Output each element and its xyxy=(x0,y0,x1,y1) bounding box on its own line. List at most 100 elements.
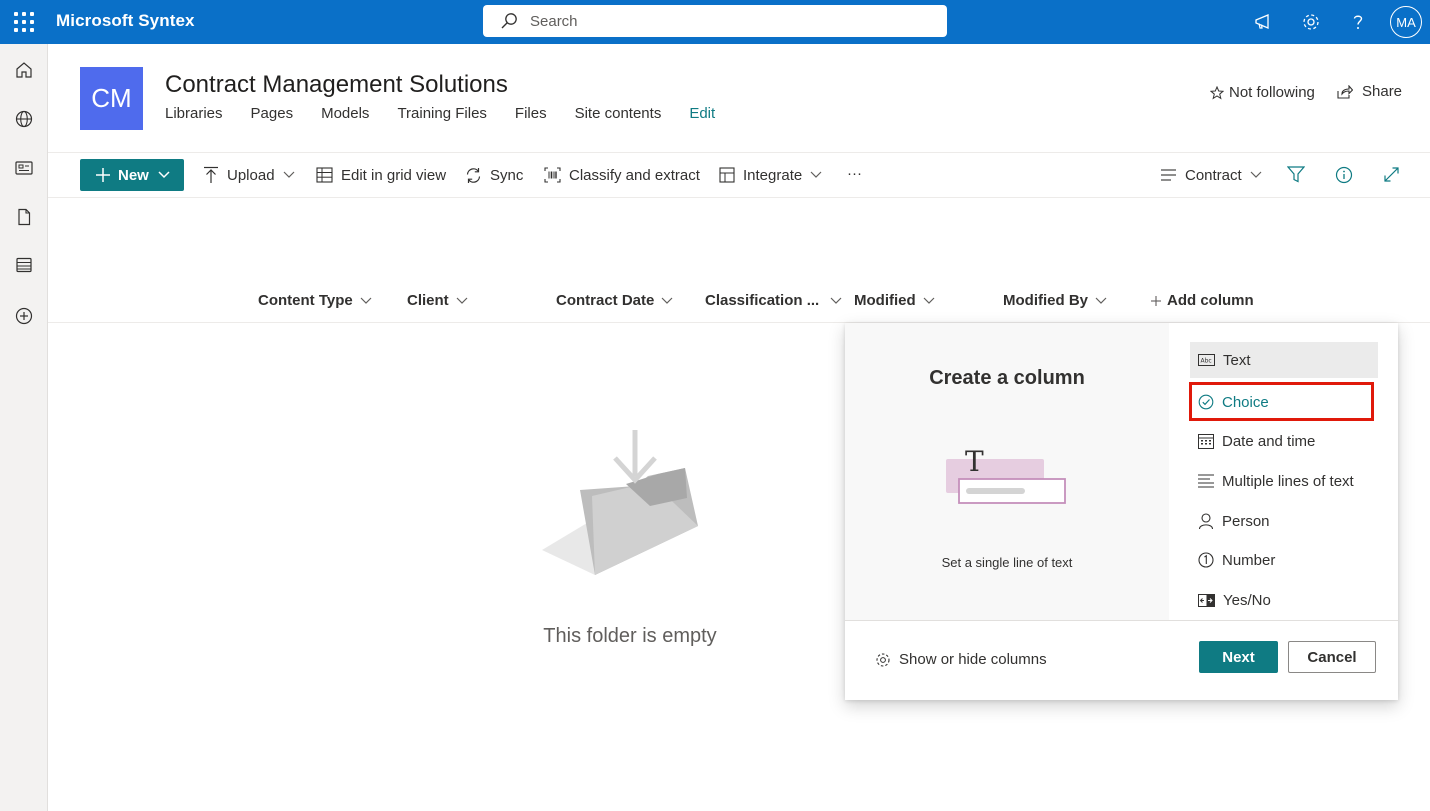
plus-icon xyxy=(96,168,110,182)
chevron-down-icon xyxy=(1095,297,1107,304)
add-circle-icon[interactable] xyxy=(14,306,34,326)
megaphone-icon[interactable] xyxy=(1253,11,1275,33)
search-input[interactable]: Search xyxy=(530,13,578,30)
commandbar-divider xyxy=(48,197,1430,198)
integrate-icon xyxy=(719,167,735,183)
follow-button[interactable]: Not following xyxy=(1210,84,1315,101)
nav-files[interactable]: Files xyxy=(515,105,547,122)
chevron-down-icon xyxy=(810,171,822,178)
column-label: Client xyxy=(407,292,449,309)
filter-icon[interactable] xyxy=(1287,166,1305,183)
column-header-client[interactable]: Client xyxy=(407,292,468,309)
nav-libraries[interactable]: Libraries xyxy=(165,105,223,122)
view-list-icon xyxy=(1161,169,1176,181)
add-column-button[interactable]: Add column xyxy=(1151,292,1254,309)
column-label: Contract Date xyxy=(556,292,655,309)
classify-extract-button[interactable]: Classify and extract xyxy=(544,164,700,186)
star-icon xyxy=(1210,85,1224,99)
integrate-button[interactable]: Integrate xyxy=(719,164,822,186)
file-icon[interactable] xyxy=(14,207,34,227)
plus-icon xyxy=(1151,295,1161,306)
column-type-label: Yes/No xyxy=(1223,591,1271,609)
nav-site-contents[interactable]: Site contents xyxy=(575,105,662,122)
header-divider xyxy=(48,152,1430,153)
column-type-label: Date and time xyxy=(1222,432,1316,450)
choice-highlight-annotation xyxy=(1189,382,1374,421)
more-options-button[interactable]: ··· xyxy=(847,162,862,184)
svg-text:Abc: Abc xyxy=(1201,358,1212,365)
column-label: Modified xyxy=(854,292,916,309)
column-header-modified-by[interactable]: Modified By xyxy=(1003,292,1107,309)
empty-folder-illustration xyxy=(542,430,698,575)
site-logo[interactable]: CM xyxy=(80,67,143,130)
sync-button[interactable]: Sync xyxy=(465,164,523,186)
text-column-illustration: T xyxy=(946,445,1066,504)
panel-title: Create a column xyxy=(929,367,1085,389)
suite-bar: Microsoft Syntex Search MA xyxy=(0,0,1430,44)
new-button[interactable]: New xyxy=(80,159,184,191)
home-icon[interactable] xyxy=(14,60,34,80)
column-header-content-type[interactable]: Content Type xyxy=(258,292,372,309)
multiline-text-icon xyxy=(1198,474,1214,488)
app-launcher-icon[interactable] xyxy=(14,12,34,32)
news-icon[interactable] xyxy=(14,158,34,178)
column-type-text[interactable]: Abc Text xyxy=(1190,342,1378,378)
column-label: Modified By xyxy=(1003,292,1088,309)
info-icon[interactable] xyxy=(1335,166,1353,184)
nav-pages[interactable]: Pages xyxy=(251,105,294,122)
settings-icon[interactable] xyxy=(1300,11,1322,33)
column-type-yes-no[interactable]: Yes/No xyxy=(1190,582,1378,618)
edit-grid-view-label: Edit in grid view xyxy=(341,166,447,184)
nav-edit-link[interactable]: Edit xyxy=(689,105,715,122)
expand-icon[interactable] xyxy=(1383,166,1400,183)
next-button[interactable]: Next xyxy=(1199,641,1278,673)
view-name: Contract xyxy=(1185,166,1242,184)
globe-icon[interactable] xyxy=(14,109,34,129)
view-switcher[interactable]: Contract xyxy=(1160,164,1262,186)
show-hide-columns-link[interactable]: Show or hide columns xyxy=(875,651,1047,668)
column-type-person[interactable]: Person xyxy=(1190,503,1378,539)
nav-training-files[interactable]: Training Files xyxy=(397,105,486,122)
column-type-label: Person xyxy=(1222,512,1270,530)
chevron-down-icon xyxy=(1250,171,1262,178)
edit-grid-view-button[interactable]: Edit in grid view xyxy=(316,164,446,186)
show-hide-columns-label: Show or hide columns xyxy=(899,651,1047,668)
column-label: Classification ... xyxy=(705,292,820,309)
column-type-number[interactable]: Number xyxy=(1190,542,1378,578)
panel-footer-divider xyxy=(845,620,1398,621)
chevron-down-icon xyxy=(923,297,935,304)
column-type-label: Number xyxy=(1222,551,1276,569)
column-header-classification[interactable]: Classification ... xyxy=(705,292,842,309)
upload-label: Upload xyxy=(227,166,275,184)
app-name[interactable]: Microsoft Syntex xyxy=(56,11,195,31)
sync-icon xyxy=(466,167,481,183)
site-navigation: Libraries Pages Models Training Files Fi… xyxy=(165,105,743,122)
upload-button[interactable]: Upload xyxy=(203,164,295,186)
chevron-down-icon xyxy=(830,297,842,304)
chevron-down-icon xyxy=(360,297,372,304)
search-icon xyxy=(501,13,517,29)
share-button[interactable]: Share xyxy=(1337,83,1402,100)
column-header-contract-date[interactable]: Contract Date xyxy=(556,292,673,309)
lists-icon[interactable] xyxy=(14,255,34,275)
chevron-down-icon xyxy=(661,297,673,304)
toggle-icon xyxy=(1198,593,1215,607)
nav-models[interactable]: Models xyxy=(321,105,369,122)
column-type-date-time[interactable]: Date and time xyxy=(1190,423,1378,459)
column-type-description: Set a single line of text xyxy=(941,555,1073,570)
column-header-modified[interactable]: Modified xyxy=(854,292,935,309)
cancel-button[interactable]: Cancel xyxy=(1288,641,1376,673)
number-icon xyxy=(1198,552,1214,568)
add-column-label: Add column xyxy=(1167,292,1254,309)
left-app-bar xyxy=(0,44,48,811)
column-type-label: Multiple lines of text xyxy=(1222,472,1354,490)
search-box[interactable]: Search xyxy=(483,5,947,37)
site-title[interactable]: Contract Management Solutions xyxy=(165,71,508,99)
column-type-multiline-text[interactable]: Multiple lines of text xyxy=(1190,463,1378,499)
follow-label: Not following xyxy=(1229,84,1315,101)
user-avatar[interactable]: MA xyxy=(1390,6,1422,38)
sync-label: Sync xyxy=(490,166,524,184)
classify-icon xyxy=(544,167,561,183)
help-icon[interactable] xyxy=(1347,11,1369,33)
new-label: New xyxy=(118,166,149,184)
